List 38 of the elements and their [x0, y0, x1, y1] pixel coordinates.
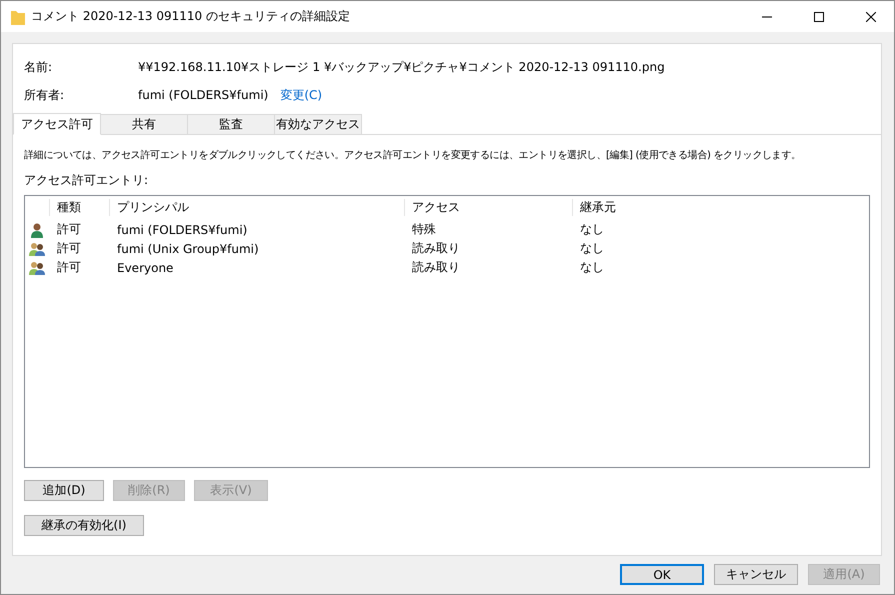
table-cell-text: Everyone: [116, 260, 174, 274]
column-header[interactable]: 継承元: [572, 198, 869, 216]
change-owner-link[interactable]: 変更(C): [280, 86, 322, 104]
table-cell-text: fumi (Unix Group¥fumi): [116, 242, 260, 256]
tab[interactable]: 共有: [100, 114, 188, 134]
dialog-button[interactable]: キャンセル: [714, 564, 798, 585]
table-cell-text: なし: [579, 259, 605, 276]
tab[interactable]: 監査: [187, 114, 275, 134]
name-label: 名前:: [24, 58, 54, 76]
table-cell-text: なし: [579, 221, 605, 238]
group-icon: [29, 242, 45, 256]
dialog-button[interactable]: OK: [620, 564, 704, 585]
folder-icon: [11, 8, 25, 24]
table-cell-text: fumi (FOLDERS¥fumi): [116, 222, 248, 236]
tab[interactable]: 有効なアクセス: [274, 114, 362, 134]
column-header[interactable]: プリンシパル: [109, 198, 404, 216]
owner-name: fumi (FOLDERS¥fumi): [138, 88, 268, 102]
table-cell-text: 特殊: [411, 221, 437, 238]
table-cell-text: 許可: [56, 259, 82, 276]
table-cell-text: 許可: [56, 240, 82, 257]
close-icon[interactable]: [866, 12, 876, 22]
column-header[interactable]: 種類: [49, 198, 109, 216]
user-icon: [30, 222, 44, 238]
table-cell-text: 読み取り: [411, 259, 461, 276]
entries-label: アクセス許可エントリ:: [24, 172, 150, 189]
group-icon: [29, 260, 45, 274]
column-header[interactable]: アクセス: [404, 198, 572, 216]
tab[interactable]: アクセス許可: [13, 113, 101, 135]
entry-button[interactable]: 追加(D): [24, 480, 104, 501]
owner-label: 所有者:: [24, 86, 66, 104]
table-cell-text: 読み取り: [411, 240, 461, 257]
table-cell-text: なし: [579, 240, 605, 257]
file-path: ¥¥192.168.11.10¥ストレージ 1 ¥バックアップ¥ピクチャ¥コメント 2020-12-13 091110.png: [138, 58, 665, 76]
table-cell-text: 許可: [56, 221, 82, 238]
window-title: コメント 2020-12-13 091110 のセキュリティの詳細設定: [31, 8, 351, 25]
description-text: 詳細については、アクセス許可エントリをダブルクリックしてください。アクセス許可エントリを変更するには、エントリを選択し、[編集] (使用できる場合) をクリックします。: [24, 149, 801, 163]
maximize-icon[interactable]: [814, 12, 824, 22]
enable-inheritance-button[interactable]: 継承の有効化(I): [24, 515, 144, 536]
